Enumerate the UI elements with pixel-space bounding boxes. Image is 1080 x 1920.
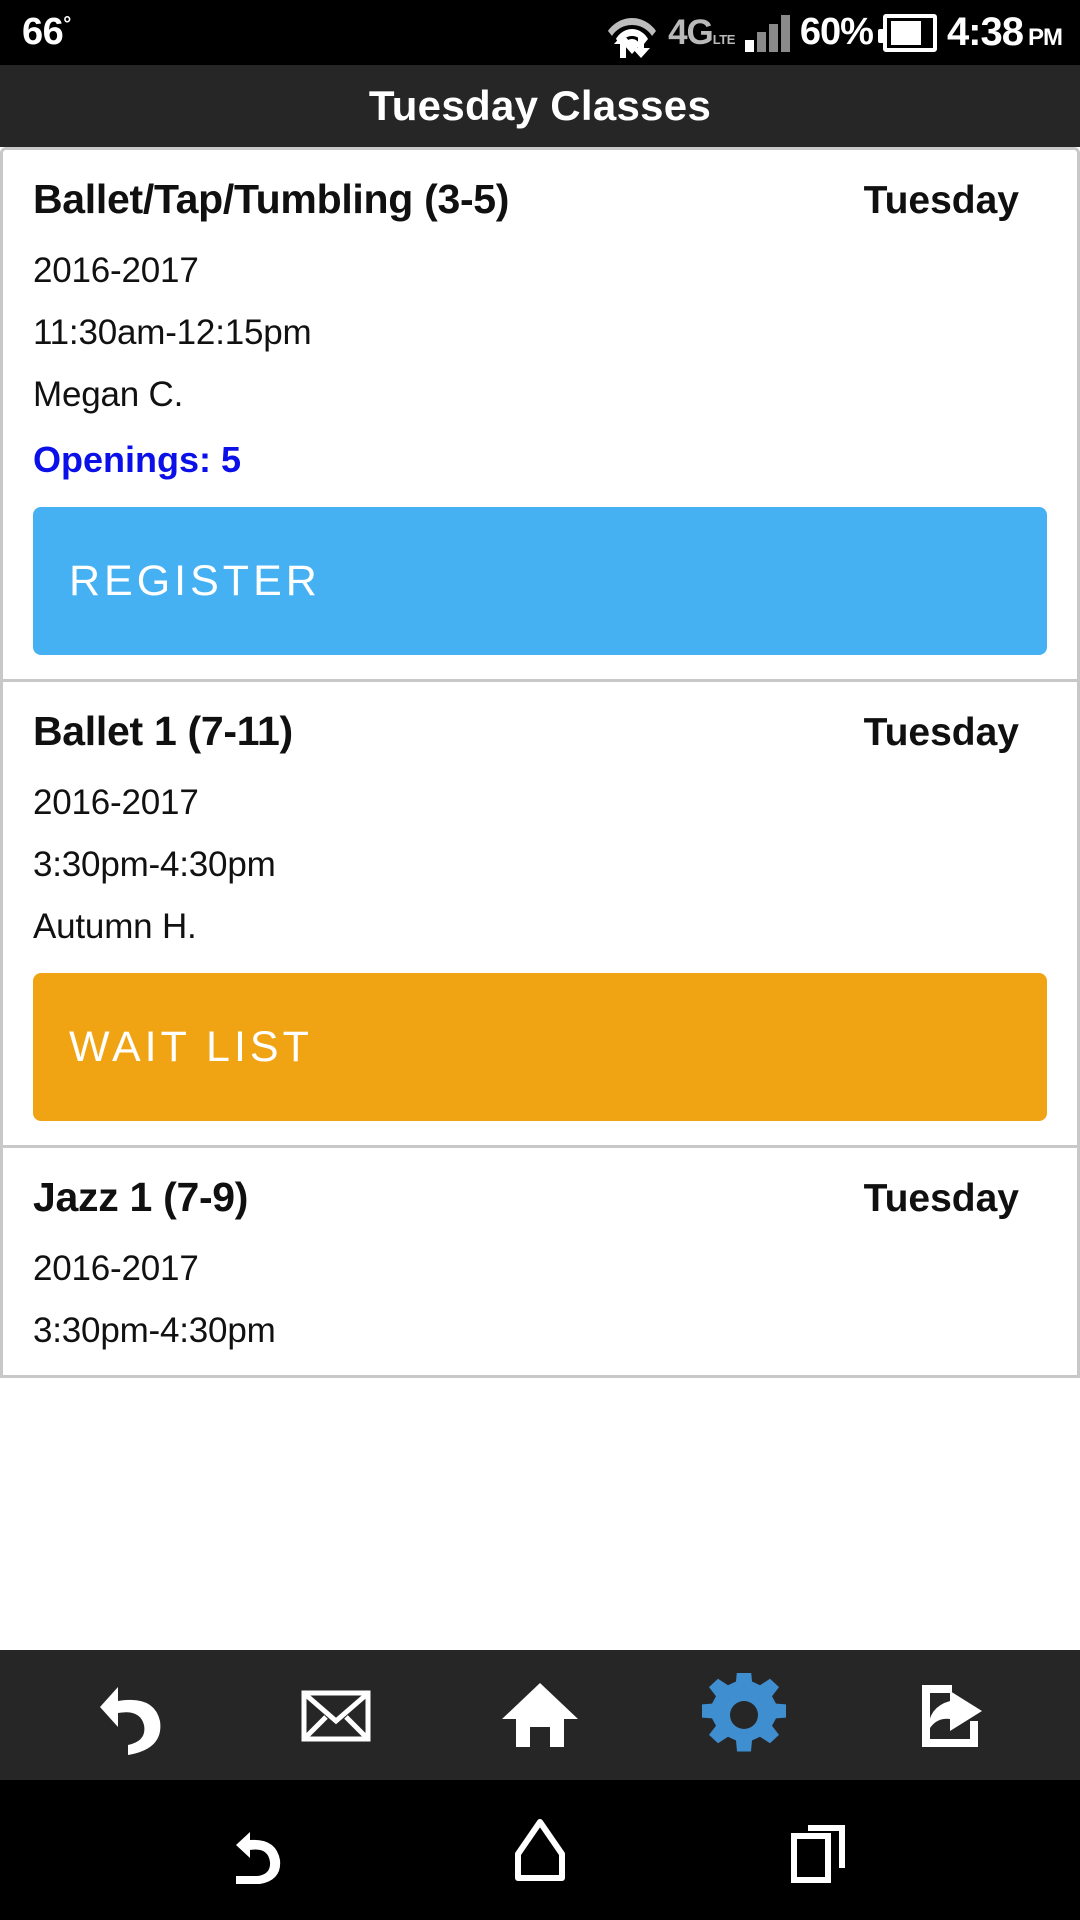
signal-bars-icon [744,14,790,52]
class-card[interactable]: Ballet/Tap/Tumbling (3-5) Tuesday 2016-2… [0,147,1080,682]
class-card-header: Ballet 1 (7-11) Tuesday [33,708,1047,755]
class-card-header: Jazz 1 (7-9) Tuesday [33,1174,1047,1221]
temperature-indicator: 66° [22,11,71,54]
share-export-icon[interactable] [888,1655,1008,1775]
clock: 4:38 PM [946,10,1063,55]
class-name: Jazz 1 (7-9) [33,1174,249,1220]
clock-time: 4:38 [946,10,1024,54]
register-button[interactable]: REGISTER [33,507,1047,655]
class-day: Tuesday [863,179,1019,222]
class-day: Tuesday [863,1177,1019,1220]
class-name: Ballet 1 (7-11) [33,708,293,754]
android-home-icon[interactable] [485,1795,595,1905]
class-season: 2016-2017 [33,783,199,822]
class-card-header: Ballet/Tap/Tumbling (3-5) Tuesday [33,176,1047,223]
wait-list-button[interactable]: WAIT LIST [33,973,1047,1121]
class-name: Ballet/Tap/Tumbling (3-5) [33,176,510,222]
page-title: Tuesday Classes [368,82,712,129]
android-navigation-bar [0,1780,1080,1920]
class-card[interactable]: Ballet 1 (7-11) Tuesday 2016-2017 3:30pm… [0,682,1080,1148]
app-title-bar: Tuesday Classes [0,65,1080,147]
status-bar: 66° 4G LTE 60% 4:38 PM [0,0,1080,65]
clock-period: PM [1028,24,1063,51]
class-time: 11:30am-12:15pm [33,313,312,352]
class-card[interactable]: Jazz 1 (7-9) Tuesday 2016-2017 3:30pm-4:… [0,1148,1080,1378]
app-bottom-toolbar [0,1650,1080,1780]
class-season: 2016-2017 [33,251,199,290]
envelope-mail-icon[interactable] [276,1655,396,1775]
undo-back-arrow-icon[interactable] [72,1655,192,1775]
home-icon[interactable] [480,1655,600,1775]
network-sub-label: LTE [712,31,736,47]
battery-icon [877,13,937,52]
android-back-icon[interactable] [205,1795,315,1905]
class-list[interactable]: Ballet/Tap/Tumbling (3-5) Tuesday 2016-2… [0,147,1080,1650]
phone-screen: 66° 4G LTE 60% 4:38 PM Tuesday Classes B… [0,0,1080,1920]
gear-settings-icon[interactable] [684,1655,804,1775]
class-instructor: Autumn H. [33,907,197,946]
class-openings: Openings: 5 [33,439,242,480]
status-icons: 4G LTE 60% 4:38 PM [606,8,1063,58]
class-instructor: Megan C. [33,375,184,414]
android-recents-icon[interactable] [765,1795,875,1905]
network-label: 4G [668,12,714,52]
battery-percent-label: 60% [799,11,874,53]
class-day: Tuesday [863,711,1019,754]
degree-symbol: ° [63,13,71,36]
wifi-with-transfer-arrows-icon [606,8,658,58]
class-time: 3:30pm-4:30pm [33,1311,276,1350]
class-time: 3:30pm-4:30pm [33,845,276,884]
class-season: 2016-2017 [33,1249,199,1288]
network-type-indicator: 4G LTE [668,12,736,52]
temperature-value: 66 [22,11,64,53]
